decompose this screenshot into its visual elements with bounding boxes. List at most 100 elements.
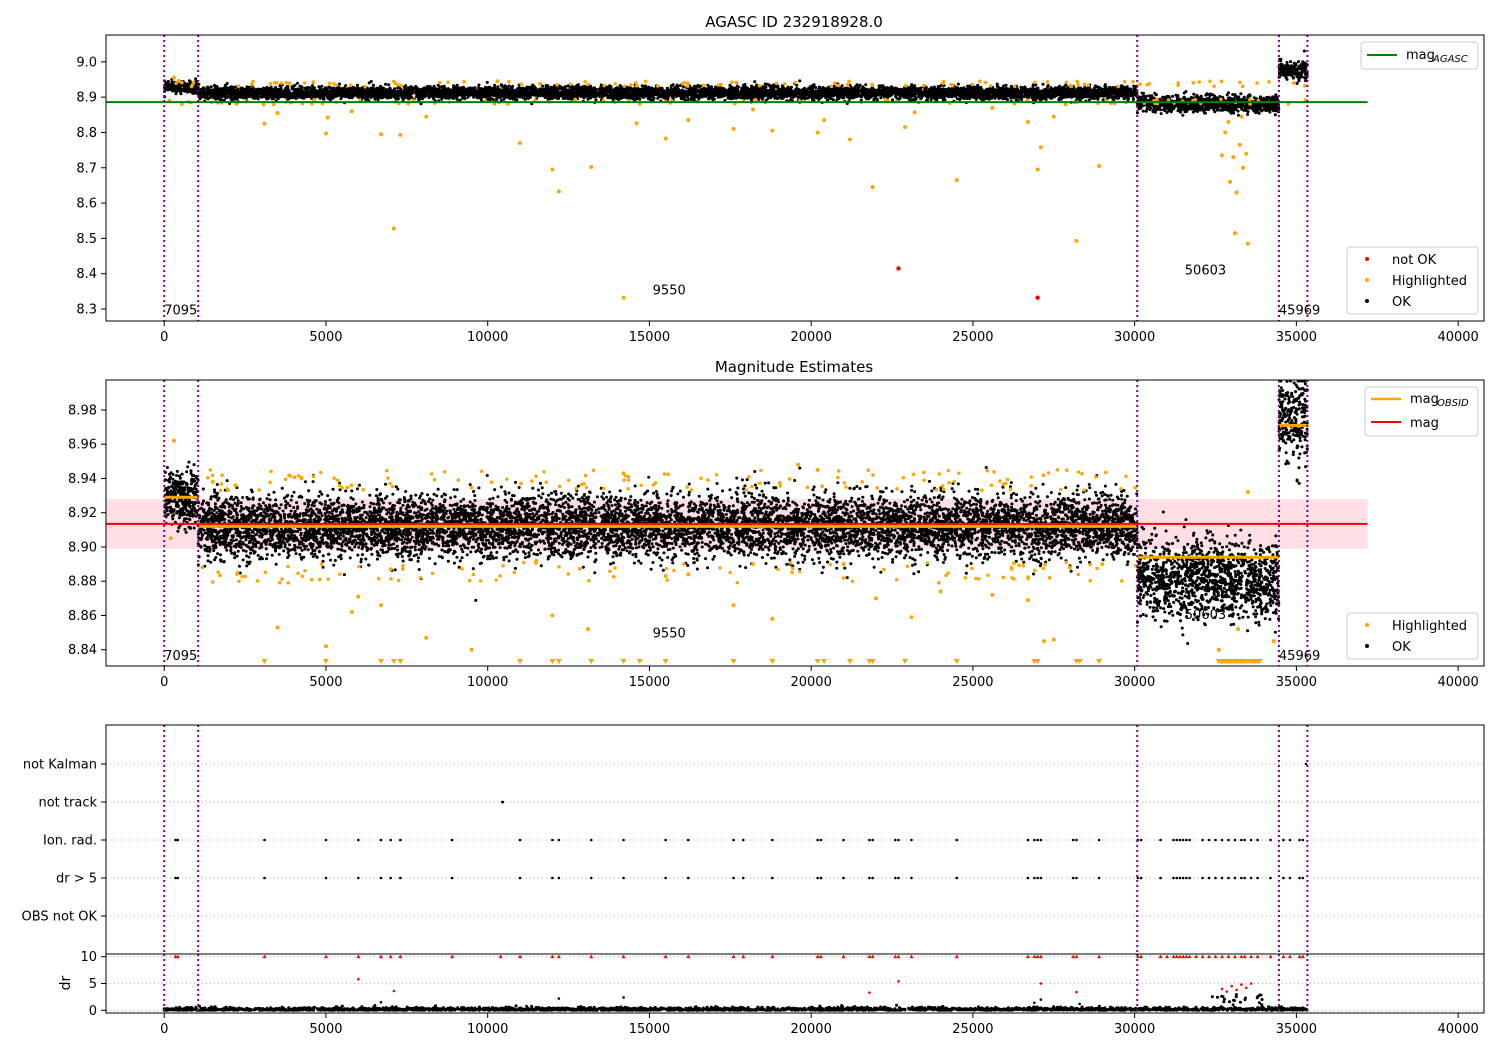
- flag-event-point: [955, 876, 959, 880]
- obsid-annotation: 50603: [1185, 264, 1226, 279]
- not-ok-point: [896, 266, 901, 271]
- flag-event-point: [501, 800, 505, 804]
- flag-event-point: [589, 838, 593, 842]
- flag-event-point: [1249, 838, 1253, 842]
- flag-event-point: [1159, 838, 1162, 842]
- flag-event-point: [1301, 838, 1305, 842]
- figure: AGASC ID 232918928.0 709595505060345969 …: [0, 0, 1500, 1050]
- flag-event-point: [910, 876, 913, 880]
- x-tick-label: 35000: [1276, 675, 1317, 690]
- y-tick-label: 8.92: [68, 506, 97, 521]
- flag-event-point: [868, 876, 871, 880]
- x-tick-label: 20000: [790, 330, 831, 345]
- x-tick-label: 40000: [1437, 675, 1478, 690]
- highlighted-point: [518, 141, 523, 146]
- highlighted-point: [424, 114, 429, 119]
- flag-event-point: [357, 838, 360, 842]
- flag-event-point: [1207, 876, 1211, 880]
- flag-event-point: [557, 876, 561, 880]
- y-tick-label: 8.98: [68, 403, 97, 418]
- highlighted-point: [171, 75, 176, 80]
- x-tick-label: 5000: [309, 675, 342, 690]
- flag-event-point: [741, 838, 745, 842]
- flag-event-point: [1172, 876, 1175, 880]
- flag-event-point: [1240, 838, 1243, 842]
- y-tick-label: 9.0: [76, 55, 97, 70]
- flag-event-point: [686, 876, 690, 880]
- flag-event-point: [1214, 876, 1217, 880]
- legend-label-mag-agasc-subscript: AGASC: [1432, 54, 1468, 65]
- y-tick-label: 8.94: [68, 472, 97, 487]
- y-tick-label: 0: [89, 1004, 97, 1019]
- flag-event-point: [1185, 838, 1188, 842]
- highlighted-point: [210, 479, 215, 484]
- dr-ok-point: [379, 1000, 383, 1004]
- flag-event-point: [897, 838, 900, 842]
- y-tick-label: 10: [80, 950, 97, 965]
- flag-event-point: [664, 876, 667, 880]
- dr-red-point: [392, 989, 396, 993]
- flag-event-point: [1188, 876, 1191, 880]
- flag-event-point: [176, 876, 180, 880]
- flag-event-point: [357, 876, 360, 880]
- flag-event-point: [1026, 876, 1030, 880]
- y-tick-label: 8.5: [76, 232, 97, 247]
- flag-event-point: [1220, 838, 1224, 842]
- flag-event-point: [819, 876, 823, 880]
- legend-swatch: [1365, 623, 1369, 627]
- legend-label: OK: [1392, 640, 1411, 655]
- flag-event-point: [1249, 876, 1253, 880]
- x-tick-label: 5000: [309, 330, 342, 345]
- flag-event-point: [1298, 838, 1301, 842]
- x-tick-label: 15000: [629, 330, 670, 345]
- highlighted-point: [1228, 179, 1233, 184]
- y-tick-label: 8.96: [68, 438, 97, 453]
- flag-event-point: [664, 838, 667, 842]
- flag-event-point: [551, 876, 554, 880]
- highlighted-point: [424, 635, 429, 640]
- highlighted-point: [990, 105, 995, 110]
- flag-event-point: [1233, 876, 1237, 880]
- highlighted-point: [847, 137, 852, 142]
- highlighted-point: [323, 644, 328, 649]
- flag-event-point: [379, 876, 383, 880]
- flag-event-point: [816, 876, 819, 880]
- highlighted-point: [990, 592, 995, 597]
- flag-event-point: [622, 838, 625, 842]
- flag-event-point: [1185, 876, 1188, 880]
- flag-event-point: [1243, 876, 1246, 880]
- y-tick-label: 8.4: [76, 267, 97, 282]
- obsid-annotation: 45969: [1279, 649, 1320, 664]
- highlighted-point: [168, 536, 173, 541]
- dr-ok-point: [525, 1004, 528, 1008]
- highlighted-point: [663, 136, 668, 141]
- flag-event-point: [955, 838, 959, 842]
- highlighted-point: [550, 167, 555, 172]
- flag-event-point: [819, 838, 823, 842]
- highlighted-point: [1241, 165, 1246, 170]
- flag-event-point: [324, 876, 328, 880]
- flag-event-point: [399, 838, 402, 842]
- flag-event-point: [1139, 876, 1143, 880]
- highlighted-point: [325, 115, 330, 120]
- y-tick-label: 8.86: [68, 609, 97, 624]
- flag-event-point: [1269, 838, 1272, 842]
- flag-event-point: [176, 838, 180, 842]
- flag-event-point: [1159, 876, 1162, 880]
- highlighted-point: [1231, 155, 1236, 160]
- highlighted-point: [495, 79, 500, 84]
- legend-swatch: [1365, 257, 1369, 261]
- flag-event-point: [1233, 838, 1237, 842]
- flag-event-point: [1227, 876, 1230, 880]
- x-tick-label: 20000: [790, 675, 831, 690]
- y-tick-label: 8.8: [76, 126, 97, 141]
- highlighted-point: [556, 189, 561, 194]
- highlighted-point: [815, 467, 820, 472]
- flag-event-point: [399, 876, 402, 880]
- flag-event-point: [897, 876, 900, 880]
- highlighted-point: [398, 132, 403, 137]
- x-tick-label: 25000: [952, 675, 993, 690]
- x-tick-label: 40000: [1437, 330, 1478, 345]
- x-tick-label: 30000: [1114, 330, 1155, 345]
- flag-event-point: [551, 838, 554, 842]
